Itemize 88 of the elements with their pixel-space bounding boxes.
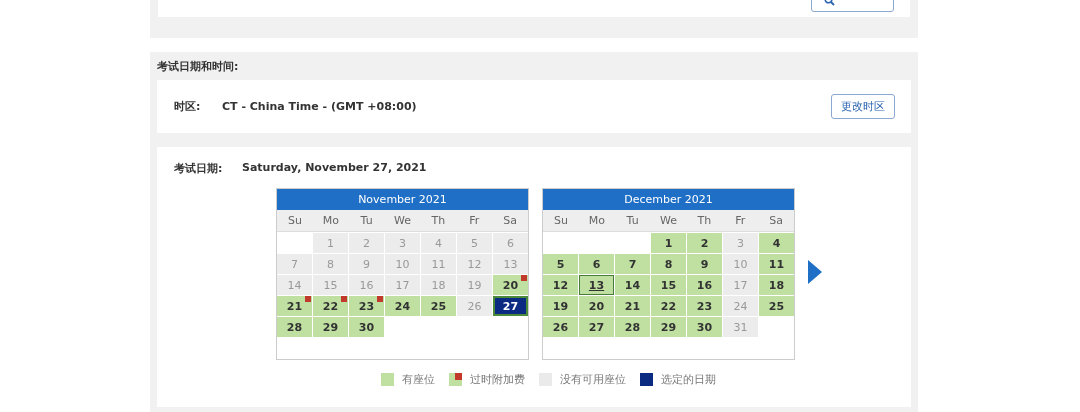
change-timezone-button[interactable]: 更改时区: [831, 94, 895, 119]
day-cell[interactable]: 20: [493, 275, 528, 295]
day-cell[interactable]: 21: [615, 296, 650, 316]
day-cell: 2: [349, 233, 384, 253]
day-cell[interactable]: 22: [651, 296, 686, 316]
day-cell[interactable]: 2: [687, 233, 722, 253]
weekday-label: Fr: [734, 214, 747, 227]
month-title: December 2021: [543, 189, 794, 210]
day-cell: 16: [349, 275, 384, 295]
day-cell: 4: [421, 233, 456, 253]
weekday-label: We: [393, 214, 412, 227]
timezone-value: CT - China Time - (GMT +08:00): [222, 100, 417, 113]
day-cell[interactable]: 8: [651, 254, 686, 274]
exam-date-value: Saturday, November 27, 2021: [242, 161, 427, 176]
day-cell: 17: [385, 275, 420, 295]
day-cell: 7: [277, 254, 312, 274]
day-cell[interactable]: 21: [277, 296, 312, 316]
weekday-label: Sa: [502, 214, 518, 227]
legend-label: 有座位: [401, 372, 435, 387]
day-cell: 5: [457, 233, 492, 253]
exam-date-label: 考试日期:: [174, 161, 224, 176]
timezone-label: 时区:: [174, 99, 202, 114]
day-cell: 8: [313, 254, 348, 274]
day-cell: 19: [457, 275, 492, 295]
day-cell[interactable]: 20: [579, 296, 614, 316]
weekday-label: Fr: [468, 214, 481, 227]
weekday-label: Sa: [768, 214, 784, 227]
day-cell: 10: [723, 254, 758, 274]
day-cell: 6: [493, 233, 528, 253]
day-cell[interactable]: 25: [421, 296, 456, 316]
day-cell[interactable]: 24: [385, 296, 420, 316]
weekday-label: Th: [430, 214, 447, 227]
legend-label: 选定的日期: [660, 372, 716, 387]
day-cell[interactable]: 16: [687, 275, 722, 295]
day-cell: 26: [457, 296, 492, 316]
weekday-label: Mo: [321, 214, 340, 227]
day-cell[interactable]: 14: [615, 275, 650, 295]
day-cell: 12: [457, 254, 492, 274]
day-cell[interactable]: 13: [579, 275, 614, 295]
day-cell: 15: [313, 275, 348, 295]
weekday-label: Tu: [625, 214, 640, 227]
day-cell[interactable]: 4: [759, 233, 794, 253]
weekday-label: Mo: [587, 214, 606, 227]
weekday-label: Su: [552, 214, 569, 227]
day-cell[interactable]: 1: [651, 233, 686, 253]
month-title: November 2021: [277, 189, 528, 210]
day-cell[interactable]: 26: [543, 317, 578, 337]
day-cell[interactable]: 29: [313, 317, 348, 337]
day-cell: 10: [385, 254, 420, 274]
legend-label: 没有可用座位: [559, 372, 626, 387]
day-cell[interactable]: 7: [615, 254, 650, 274]
day-cell: 18: [421, 275, 456, 295]
weekday-label: Th: [696, 214, 713, 227]
day-cell[interactable]: 12: [543, 275, 578, 295]
day-cell: 31: [723, 317, 758, 337]
day-cell[interactable]: 23: [687, 296, 722, 316]
day-cell[interactable]: 30: [349, 317, 384, 337]
weekday-label: Su: [286, 214, 303, 227]
next-month-arrow-icon[interactable]: [808, 260, 822, 284]
day-cell[interactable]: 30: [687, 317, 722, 337]
legend-label: 过时附加费: [469, 372, 525, 387]
day-cell[interactable]: 22: [313, 296, 348, 316]
day-cell[interactable]: 27: [579, 317, 614, 337]
day-cell: 24: [723, 296, 758, 316]
day-cell[interactable]: 18: [759, 275, 794, 295]
day-cell[interactable]: 28: [615, 317, 650, 337]
day-cell: 11: [421, 254, 456, 274]
day-cell: 13: [493, 254, 528, 274]
day-cell: 3: [385, 233, 420, 253]
day-cell: 1: [313, 233, 348, 253]
day-cell[interactable]: 29: [651, 317, 686, 337]
day-cell[interactable]: 6: [579, 254, 614, 274]
day-cell[interactable]: 5: [543, 254, 578, 274]
day-cell[interactable]: 23: [349, 296, 384, 316]
day-cell: 17: [723, 275, 758, 295]
day-cell[interactable]: 28: [277, 317, 312, 337]
day-cell[interactable]: 25: [759, 296, 794, 316]
weekday-label: We: [659, 214, 678, 227]
day-cell[interactable]: 19: [543, 296, 578, 316]
day-cell: 14: [277, 275, 312, 295]
day-cell[interactable]: 27: [493, 296, 528, 316]
day-cell: 9: [349, 254, 384, 274]
day-cell[interactable]: 9: [687, 254, 722, 274]
section-title: 考试日期和时间:: [157, 59, 240, 74]
day-cell: 3: [723, 233, 758, 253]
day-cell[interactable]: 11: [759, 254, 794, 274]
day-cell[interactable]: 15: [651, 275, 686, 295]
weekday-label: Tu: [359, 214, 374, 227]
